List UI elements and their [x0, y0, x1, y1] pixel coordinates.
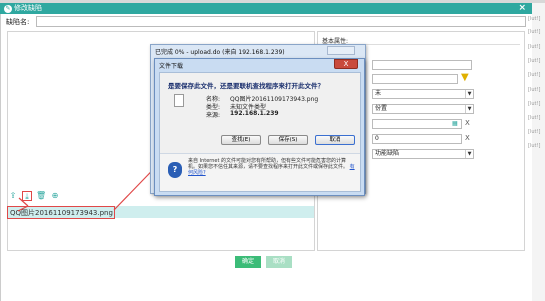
- confirm-button[interactable]: 确定: [235, 256, 261, 268]
- download-question: 是要保存此文件，还是要联机查找程序来打开此文件？: [168, 82, 324, 90]
- warning-area: ? 来自 Internet 的文件可能对您有所帮助，但有些文件可能危害您的计算机…: [160, 153, 360, 191]
- file-download-title: 文件下载: [159, 63, 184, 70]
- progress-window-title: 已完成 0% - upload.do (来自 192.168.1.239): [155, 49, 285, 56]
- warning-text-body: 来自 Internet 的文件可能对您有所帮助，但有些文件可能危害您的计算机。如…: [188, 158, 349, 170]
- from-value: 192.168.1.239: [230, 110, 279, 117]
- cancel-button[interactable]: 取消: [266, 256, 292, 268]
- file-icon: [174, 94, 184, 107]
- window-controls[interactable]: [327, 46, 355, 55]
- from-label: 来源:: [206, 112, 221, 119]
- find-button[interactable]: 查找(E): [221, 135, 261, 145]
- file-download-content: 是要保存此文件，还是要联机查找程序来打开此文件？ 名称: QQ图片2016110…: [159, 72, 361, 192]
- warning-text: 来自 Internet 的文件可能对您有所帮助，但有些文件可能危害您的计算机。如…: [188, 158, 356, 176]
- file-download-dialog: 文件下载 X 是要保存此文件，还是要联机查找程序来打开此文件？ 名称: QQ图片…: [154, 58, 365, 196]
- save-button[interactable]: 保存(S): [268, 135, 308, 145]
- shield-icon: ?: [168, 162, 182, 178]
- cancel-download-button[interactable]: 取消: [315, 135, 355, 145]
- file-download-close-button[interactable]: X: [334, 59, 358, 69]
